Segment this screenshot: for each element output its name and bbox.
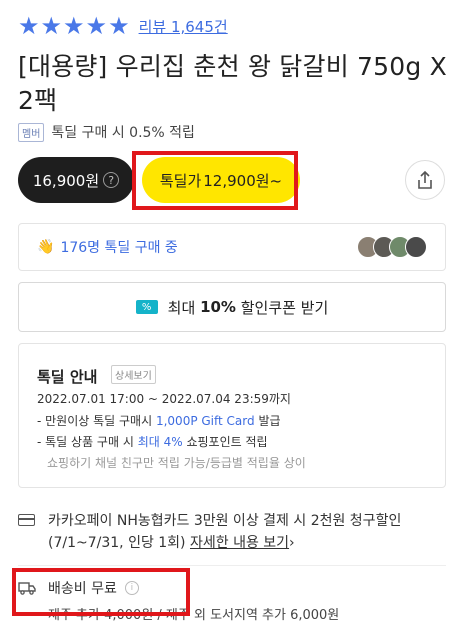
deal-benefit-1: - 만원이상 톡딜 구매시 1,000P Gift Card 발급 bbox=[37, 412, 281, 429]
deal-period: 2022.07.01 17:00 ~ 2022.07.04 23:59까지 bbox=[37, 392, 291, 406]
point-row: 멤버 톡딜 구매 시 0.5% 적립 bbox=[18, 122, 195, 142]
highlight-box-deal-price bbox=[132, 151, 298, 210]
hand-wave-icon: 👋 bbox=[37, 239, 55, 255]
help-icon[interactable]: ? bbox=[103, 172, 120, 188]
credit-card-icon bbox=[18, 514, 35, 526]
member-badge: 멤버 bbox=[18, 122, 45, 142]
coupon-button[interactable]: % 최대 10% 할인쿠폰 받기 bbox=[18, 282, 446, 332]
deal-info-title: 톡딜 안내 bbox=[37, 368, 98, 386]
buying-count-text: 176명 톡딜 구매 중 bbox=[60, 240, 178, 256]
share-icon bbox=[418, 170, 432, 189]
benefit-1-prefix: - 만원이상 톡딜 구매시 bbox=[37, 414, 153, 428]
point-text: 톡딜 구매 시 0.5% 적립 bbox=[51, 125, 195, 141]
chevron-right-icon: › bbox=[289, 535, 295, 551]
buyer-avatars bbox=[357, 236, 427, 258]
star-icon: ★ bbox=[108, 12, 130, 40]
review-count-link[interactable]: 리뷰 1,645건 bbox=[139, 16, 228, 37]
benefit-2-prefix: - 톡딜 상품 구매 시 bbox=[37, 435, 134, 449]
normal-price: 16,900원 bbox=[32, 171, 100, 190]
avatar bbox=[405, 236, 427, 258]
divider bbox=[18, 565, 446, 566]
star-icon: ★ bbox=[18, 12, 40, 40]
deal-note: 쇼핑하기 채널 친구만 적립 가능/등급별 적립율 상이 bbox=[47, 456, 306, 470]
coupon-icon: % bbox=[135, 300, 158, 314]
normal-price-button[interactable]: 16,900원 ? bbox=[18, 157, 134, 203]
benefit-1-suffix: 발급 bbox=[258, 414, 281, 428]
coupon-text-prefix: 최대 bbox=[167, 298, 196, 317]
buying-status-box[interactable]: 👋 176명 톡딜 구매 중 bbox=[18, 223, 446, 271]
star-icon: ★ bbox=[85, 12, 108, 40]
card-promo-text: 카카오페이 NH농협카드 3만원 이상 결제 시 2천원 청구할인 (7/1~7… bbox=[48, 510, 458, 554]
card-promo-link[interactable]: 자세한 내용 보기 bbox=[190, 535, 289, 551]
deal-info-box: 톡딜 안내 상세보기 2022.07.01 17:00 ~ 2022.07.04… bbox=[18, 343, 446, 488]
detail-button[interactable]: 상세보기 bbox=[111, 365, 156, 384]
star-icon: ★ bbox=[40, 12, 63, 40]
highlight-box-shipping bbox=[12, 568, 190, 616]
share-button[interactable] bbox=[405, 160, 445, 200]
deal-benefit-2: - 톡딜 상품 구매 시 최대 4% 쇼핑포인트 적립 bbox=[37, 433, 268, 450]
benefit-2-highlight: 최대 4% bbox=[137, 435, 183, 449]
coupon-text-bold: 10% bbox=[200, 298, 236, 316]
star-icon: ★ bbox=[63, 12, 85, 40]
benefit-2-suffix: 쇼핑포인트 적립 bbox=[186, 435, 268, 449]
rating-row: ★ ★ ★ ★ ★ 리뷰 1,645건 bbox=[18, 14, 228, 38]
product-title: [대용량] 우리집 춘천 왕 닭갈비 750g X 2팩 bbox=[18, 52, 447, 115]
benefit-1-highlight: 1,000P Gift Card bbox=[155, 414, 255, 428]
coupon-text-suffix: 할인쿠폰 받기 bbox=[240, 298, 329, 317]
